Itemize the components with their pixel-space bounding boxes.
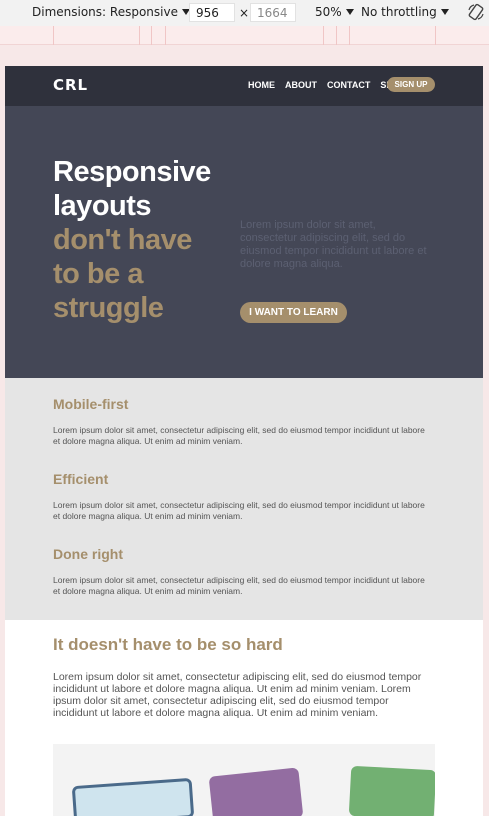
sketch-image — [53, 744, 435, 816]
ruler-tick — [53, 26, 54, 45]
hero-title-line: layouts — [53, 190, 152, 222]
hero-title-line: Responsive — [53, 156, 211, 188]
hero-title: Responsive layouts don't have to be a st… — [53, 155, 213, 325]
feature-text: Lorem ipsum dolor sit amet, consectetur … — [53, 500, 425, 521]
chevron-down-icon — [440, 9, 449, 15]
hero-text: Lorem ipsum dolor sit amet, consectetur … — [240, 219, 427, 270]
ruler-tick — [349, 26, 350, 45]
nav-link-home[interactable]: HOME — [248, 80, 275, 90]
hero-title-line: to be a — [53, 258, 143, 290]
sketch-shape — [348, 765, 435, 816]
hero-section: Responsive layouts don't have to be a st… — [5, 106, 483, 378]
content-title: It doesn't have to be so hard — [53, 635, 283, 654]
site-logo[interactable]: CRL — [53, 76, 88, 94]
features-section: Mobile-first Lorem ipsum dolor sit amet,… — [5, 378, 483, 620]
emulated-viewport: CRL HOME ABOUT CONTACT SIGN IN SIGN UP R… — [5, 66, 483, 816]
width-input[interactable]: 956 — [189, 3, 235, 22]
ruler-tick — [435, 26, 436, 45]
sketch-shape — [208, 767, 304, 816]
learn-button[interactable]: I WANT TO LEARN — [240, 302, 347, 323]
sketch-shape — [71, 777, 195, 816]
feature-text: Lorem ipsum dolor sit amet, consectetur … — [53, 425, 425, 446]
zoom-label: 50% — [315, 5, 342, 19]
feature-title: Mobile-first — [53, 396, 129, 412]
site-navbar: CRL HOME ABOUT CONTACT SIGN IN SIGN UP — [5, 66, 483, 106]
feature-text: Lorem ipsum dolor sit amet, consectetur … — [53, 575, 425, 596]
viewport-margin — [0, 45, 489, 66]
chevron-down-icon — [345, 9, 354, 15]
sign-up-button[interactable]: SIGN UP — [387, 77, 435, 92]
dimensions-dropdown[interactable]: Dimensions: Responsive — [32, 5, 190, 19]
ruler-tick — [336, 26, 337, 45]
hero-title-line: don't have — [53, 224, 192, 256]
ruler-tick — [139, 26, 140, 45]
feature-title: Efficient — [53, 471, 109, 487]
feature-item: Done right Lorem ipsum dolor sit amet, c… — [53, 546, 433, 597]
ruler-tick — [151, 26, 152, 45]
content-section: It doesn't have to be so hard Lorem ipsu… — [5, 620, 483, 816]
height-input[interactable]: 1664 — [250, 3, 296, 22]
feature-item: Mobile-first Lorem ipsum dolor sit amet,… — [53, 396, 433, 447]
feature-item: Efficient Lorem ipsum dolor sit amet, co… — [53, 471, 433, 522]
ruler-tick — [323, 26, 324, 45]
ruler-tick — [165, 26, 166, 45]
media-query-ruler[interactable] — [0, 26, 489, 45]
content-text: Lorem ipsum dolor sit amet, consectetur … — [53, 671, 422, 719]
nav-link-about[interactable]: ABOUT — [285, 80, 317, 90]
rotate-icon[interactable] — [466, 2, 486, 22]
throttling-dropdown[interactable]: No throttling — [361, 5, 449, 19]
nav-link-contact[interactable]: CONTACT — [327, 80, 370, 90]
times-sign: × — [239, 6, 250, 20]
devtools-toolbar: Dimensions: Responsive 956 × 1664 50% No… — [0, 0, 489, 26]
hero-title-line: struggle — [53, 292, 164, 324]
zoom-dropdown[interactable]: 50% — [315, 5, 354, 19]
throttling-label: No throttling — [361, 5, 437, 19]
feature-title: Done right — [53, 546, 123, 562]
dimensions-label: Dimensions: Responsive — [32, 5, 178, 19]
